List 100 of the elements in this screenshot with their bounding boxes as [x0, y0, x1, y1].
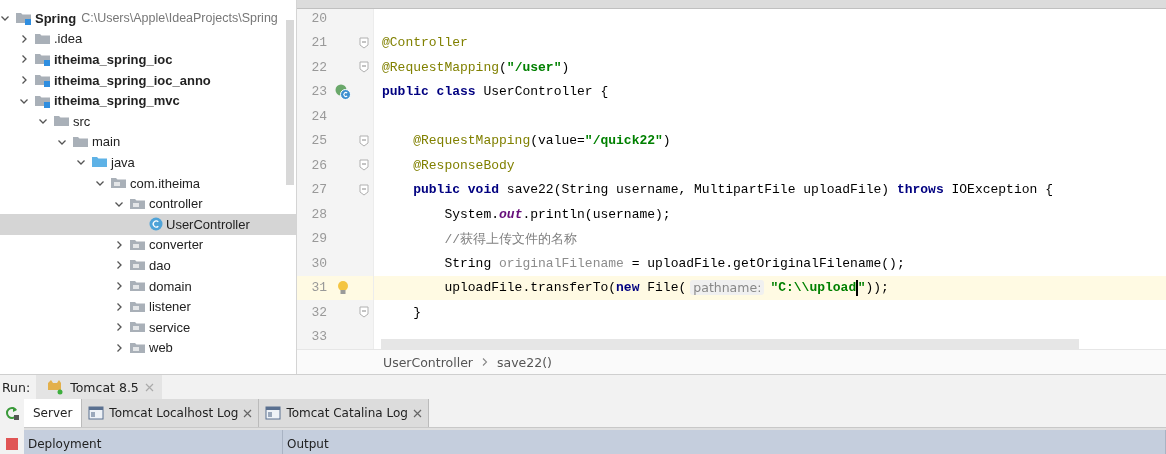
bean-icon[interactable]: [334, 82, 352, 101]
code-token: (: [499, 59, 507, 75]
code-token: new: [616, 280, 641, 296]
expand-right-icon[interactable]: [114, 342, 124, 353]
close-icon[interactable]: [412, 408, 422, 418]
line-number: 28: [310, 206, 327, 222]
line-number: 33: [310, 329, 327, 345]
folder-icon: [34, 73, 52, 88]
tree-item-label: main: [92, 134, 121, 150]
tree-item-label: web: [149, 340, 173, 356]
tree-item[interactable]: web: [0, 337, 296, 359]
tree-item[interactable]: main: [0, 131, 296, 153]
log-icon: [88, 405, 105, 421]
code-token: ): [662, 133, 671, 149]
log-tab[interactable]: Server: [24, 399, 83, 427]
tree-item[interactable]: java: [0, 152, 296, 173]
log-tab[interactable]: Tomcat Catalina Log: [259, 399, 429, 427]
code-token: .println(username);: [522, 206, 671, 222]
rerun-icon[interactable]: [4, 405, 20, 421]
tree-item[interactable]: itheima_spring_ioc: [0, 49, 296, 70]
tree-item[interactable]: itheima_spring_mvc: [0, 90, 296, 111]
folder-icon: [34, 52, 52, 67]
line-number: 29: [310, 231, 327, 247]
expand-right-icon[interactable]: [114, 260, 124, 271]
fold-marker-icon[interactable]: [359, 61, 369, 74]
folder-icon: [110, 176, 128, 191]
expand-right-icon[interactable]: [19, 54, 29, 65]
tree-item[interactable]: domain: [0, 275, 296, 297]
tree-item[interactable]: controller: [0, 193, 296, 214]
expand-right-icon[interactable]: [114, 239, 124, 250]
column-header[interactable]: Output: [283, 430, 1166, 454]
folder-icon: [34, 93, 52, 108]
code-token: ): [561, 59, 570, 75]
tree-item[interactable]: UserController: [0, 213, 296, 235]
code-token: out: [499, 206, 523, 222]
tree-item[interactable]: .idea: [0, 28, 296, 50]
code-token: public void: [412, 182, 501, 198]
folder-icon: [34, 31, 52, 46]
tree-item-label: .idea: [54, 31, 83, 47]
fold-marker-icon[interactable]: [359, 183, 369, 196]
line-number: 31: [310, 280, 327, 296]
breadcrumb[interactable]: save22(): [497, 354, 552, 370]
folder-icon: [129, 196, 147, 211]
fold-marker-icon[interactable]: [359, 159, 369, 172]
log-tab[interactable]: Tomcat Localhost Log: [82, 399, 260, 427]
tree-item[interactable]: itheima_spring_ioc_anno: [0, 69, 296, 91]
line-number: 27: [310, 182, 327, 198]
fold-marker-icon[interactable]: [359, 36, 369, 49]
line-number: 26: [310, 157, 327, 173]
folder-icon: [129, 237, 147, 252]
expand-right-icon[interactable]: [19, 33, 29, 44]
tree-item-label: itheima_spring_ioc_anno: [54, 72, 211, 88]
code-token: (value=: [530, 133, 585, 149]
line-number: 24: [310, 108, 327, 124]
scrollbar[interactable]: [286, 20, 294, 185]
code-token: @ResponseBody: [412, 157, 515, 173]
code-token: System.: [443, 206, 500, 222]
tree-item-label: src: [73, 113, 91, 129]
line-number: 30: [310, 255, 327, 271]
expand-right-icon[interactable]: [114, 301, 124, 312]
parameter-hint: pathname:: [690, 280, 765, 296]
run-config-tab[interactable]: Tomcat 8.5: [36, 375, 162, 399]
code-token: save22(String username, MultipartFile uploadFile): [506, 182, 891, 198]
tree-item[interactable]: Spring C:\Users\Apple\IdeaProjects\Spring: [0, 8, 296, 29]
line-number: 25: [310, 133, 327, 149]
log-icon: [265, 405, 282, 421]
tree-item-label: listener: [149, 299, 191, 315]
tree-item[interactable]: converter: [0, 234, 296, 256]
tree-item-label: itheima_spring_mvc: [54, 93, 180, 109]
expand-right-icon[interactable]: [19, 75, 29, 86]
fold-marker-icon[interactable]: [359, 306, 369, 319]
folder-icon: [15, 11, 33, 26]
folder-icon: [72, 134, 90, 149]
folder-icon: [129, 258, 147, 273]
code-token: uploadFile.transferTo(: [443, 280, 617, 296]
lightbulb-icon[interactable]: [337, 279, 349, 296]
line-number: 22: [310, 59, 327, 75]
code-token: "C:\\upload: [770, 280, 857, 296]
tree-item[interactable]: service: [0, 316, 296, 338]
tree-item[interactable]: src: [0, 110, 296, 132]
code-token: //获得上传文件的名称: [443, 230, 577, 248]
code-token: IOException {: [951, 182, 1053, 198]
scrollbar[interactable]: [381, 339, 1079, 349]
code-token: = uploadFile.getOriginalFilename();: [630, 255, 905, 271]
expand-right-icon[interactable]: [114, 322, 124, 333]
folder-icon: [129, 299, 147, 314]
close-icon[interactable]: [243, 408, 253, 418]
tree-item[interactable]: dao: [0, 255, 296, 276]
tree-item[interactable]: com.itheima: [0, 172, 296, 194]
tree-item[interactable]: listener: [0, 296, 296, 317]
column-header[interactable]: Deployment: [24, 430, 283, 454]
breadcrumb[interactable]: UserController: [383, 354, 473, 370]
line-number: 21: [310, 35, 327, 51]
tree-item-label: com.itheima: [130, 175, 201, 191]
folder-icon: [53, 114, 71, 129]
stop-icon[interactable]: [5, 437, 19, 451]
code-token: public class: [382, 84, 477, 100]
fold-marker-icon[interactable]: [359, 134, 369, 147]
expand-right-icon[interactable]: [114, 281, 124, 291]
tree-item-label: UserController: [166, 216, 250, 232]
